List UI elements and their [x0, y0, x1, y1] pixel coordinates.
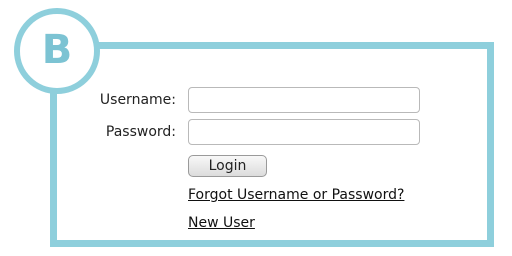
section-badge: B	[14, 8, 100, 94]
forgot-credentials-link[interactable]: Forgot Username or Password?	[188, 187, 404, 203]
badge-letter: B	[41, 27, 73, 73]
login-button[interactable]: Login	[188, 155, 267, 177]
new-user-link[interactable]: New User	[188, 215, 255, 231]
username-input[interactable]	[188, 87, 420, 113]
username-label: Username:	[99, 92, 176, 108]
password-input[interactable]	[188, 119, 420, 145]
password-label: Password:	[105, 124, 176, 140]
